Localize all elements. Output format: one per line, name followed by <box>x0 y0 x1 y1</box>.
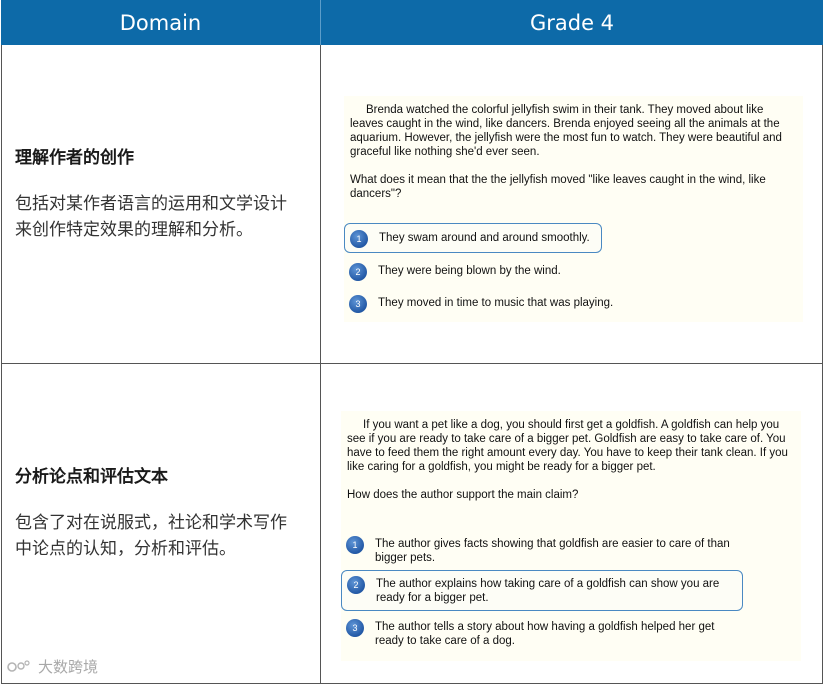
choice-label: They were being blown by the wind. <box>378 265 561 277</box>
choice-label: They swam around and around smoothly. <box>379 232 590 244</box>
watermark-text: 大数跨境 <box>38 658 99 676</box>
item-panel-1: Brenda watched the colorful jellyfish sw… <box>344 96 803 322</box>
answer-choice-2[interactable]: 2 The author explains how taking care of… <box>341 570 743 611</box>
answer-choice-2[interactable]: 2 They were being blown by the wind. <box>344 259 764 283</box>
passage-text: Brenda watched the colorful jellyfish sw… <box>350 104 782 158</box>
domain-description: 包括对某作者语言的运用和文学设计来创作特定效果的理解和分析。 <box>15 194 287 240</box>
choice-number-badge: 1 <box>346 536 364 554</box>
choice-number-badge: 3 <box>349 295 367 313</box>
choice-number-badge: 1 <box>350 230 368 248</box>
choice-label: The author tells a story about how havin… <box>375 621 715 647</box>
choice-number-badge: 2 <box>349 263 367 281</box>
answer-choice-3[interactable]: 3 They moved in time to music that was p… <box>344 291 764 315</box>
domain-cell-2: 分析论点和评估文本 包含了对在说服式，社论和学术写作中论点的认知，分析和评估。 <box>15 466 305 562</box>
answer-choice-3[interactable]: 3 The author tells a story about how hav… <box>341 615 741 651</box>
choice-number-badge: 3 <box>346 619 364 637</box>
comparison-table: Domain Grade 4 理解作者的创作 包括对某作者语言的运用和文学设计来… <box>1 0 823 684</box>
choice-number-badge: 2 <box>347 576 365 594</box>
grid-middle-divider <box>320 45 321 684</box>
domain-title: 理解作者的创作 <box>15 148 134 168</box>
watermark-logo-icon <box>7 659 30 672</box>
choice-label: They moved in time to music that was pla… <box>378 297 614 309</box>
passage-text: If you want a pet like a dog, you should… <box>347 419 788 473</box>
choice-label: The author explains how taking care of a… <box>376 578 720 604</box>
question-text: What does it mean that the the jellyfish… <box>350 174 766 200</box>
grid-row-divider <box>1 363 823 364</box>
table-header: Domain Grade 4 <box>1 0 823 45</box>
header-grade: Grade 4 <box>529 10 615 35</box>
answer-choice-1[interactable]: 1 They swam around and around smoothly. <box>344 223 602 253</box>
grid-left-border <box>1 45 2 684</box>
grid-right-border <box>822 45 823 684</box>
domain-cell-1: 理解作者的创作 包括对某作者语言的运用和文学设计来创作特定效果的理解和分析。 <box>15 147 305 243</box>
answer-choice-1[interactable]: 1 The author gives facts showing that go… <box>341 532 741 568</box>
question-text: How does the author support the main cla… <box>347 489 579 501</box>
item-panel-2: If you want a pet like a dog, you should… <box>341 411 801 661</box>
domain-title: 分析论点和评估文本 <box>15 467 168 487</box>
domain-description: 包含了对在说服式，社论和学术写作中论点的认知，分析和评估。 <box>15 513 287 559</box>
watermark: 大数跨境 <box>6 656 98 677</box>
header-domain: Domain <box>119 10 202 35</box>
choice-label: The author gives facts showing that gold… <box>375 538 730 564</box>
